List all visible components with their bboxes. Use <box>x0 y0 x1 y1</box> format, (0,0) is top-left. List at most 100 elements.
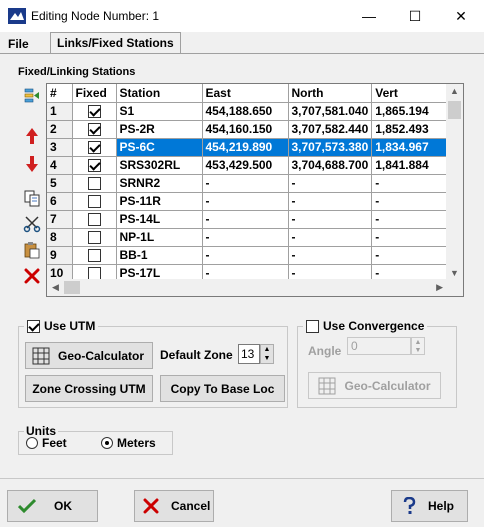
table-row[interactable]: 8 NP-1L - - - <box>47 228 453 247</box>
copy-button[interactable] <box>21 187 43 209</box>
row-number[interactable]: 6 <box>47 192 73 211</box>
north-cell[interactable]: - <box>288 246 373 265</box>
north-cell[interactable]: 3,704,688.700 <box>288 156 373 175</box>
station-cell[interactable]: SRS302RL <box>116 156 203 175</box>
east-cell[interactable]: 454,160.150 <box>202 120 289 139</box>
station-cell[interactable]: PS-2R <box>116 120 203 139</box>
default-zone-spinner[interactable]: ▲ ▼ <box>260 344 274 364</box>
station-cell[interactable]: BB-1 <box>116 246 203 265</box>
angle-spin-up-icon[interactable]: ▲ <box>412 338 424 346</box>
ok-button[interactable]: OK <box>7 490 98 522</box>
fixed-checkbox[interactable] <box>87 105 101 119</box>
table-row[interactable]: 7 PS-14L - - - <box>47 210 453 229</box>
row-number[interactable]: 4 <box>47 156 73 175</box>
help-button[interactable]: Help <box>391 490 468 522</box>
use-utm-check-icon[interactable] <box>27 319 40 333</box>
table-row[interactable]: 2 PS-2R 454,160.150 3,707,582.440 1,852.493 <box>47 120 453 139</box>
row-number[interactable]: 8 <box>47 228 73 247</box>
vert-cell[interactable]: - <box>371 192 453 211</box>
spin-up-icon[interactable]: ▲ <box>261 345 273 354</box>
horizontal-scroll-thumb[interactable] <box>64 281 80 294</box>
column-header-station[interactable]: Station <box>116 84 203 103</box>
move-up-button[interactable] <box>21 125 43 147</box>
fixed-checkbox[interactable] <box>87 141 101 155</box>
fixed-checkbox[interactable] <box>87 231 101 245</box>
station-cell[interactable]: SRNR2 <box>116 174 203 193</box>
fixed-checkbox[interactable] <box>87 123 101 137</box>
east-cell[interactable]: 453,429.500 <box>202 156 289 175</box>
feet-radio-icon[interactable] <box>26 437 38 449</box>
vert-cell[interactable]: 1,834.967 <box>371 138 453 157</box>
north-cell[interactable]: - <box>288 192 373 211</box>
move-down-button[interactable] <box>21 153 43 175</box>
table-row[interactable]: 5 SRNR2- - - <box>47 174 453 193</box>
table-row[interactable]: 3 PS-6C 454,219.890 3,707,573.380 1,834.967 <box>47 138 453 157</box>
east-cell[interactable]: - <box>202 192 289 211</box>
column-header-num[interactable]: # <box>47 84 73 103</box>
use-utm-checkbox[interactable]: Use UTM <box>24 319 99 333</box>
insert-row-button[interactable] <box>21 85 43 107</box>
row-number[interactable]: 5 <box>47 174 73 193</box>
vert-cell[interactable]: 1,841.884 <box>371 156 453 175</box>
meters-radio[interactable]: Meters <box>101 436 156 450</box>
scroll-up-icon[interactable]: ▲ <box>450 86 459 96</box>
feet-radio[interactable]: Feet <box>26 436 67 450</box>
east-cell[interactable]: - <box>202 210 289 229</box>
angle-spin-down-icon[interactable]: ▼ <box>412 346 424 354</box>
paste-button[interactable] <box>21 239 43 261</box>
station-cell[interactable]: PS-14L <box>116 210 203 229</box>
vert-cell[interactable]: - <box>371 246 453 265</box>
vertical-scroll-thumb[interactable] <box>448 101 461 119</box>
use-convergence-check-icon[interactable] <box>306 319 319 333</box>
table-row[interactable]: 4 SRS302RL 453,429.500 3,704,688.700 1,841.8… <box>47 156 453 175</box>
table-row[interactable]: 9 BB-1- - - <box>47 246 453 265</box>
column-header-fixed[interactable]: Fixed <box>72 84 117 103</box>
east-cell[interactable]: 454,219.890 <box>202 138 289 157</box>
delete-button[interactable] <box>21 265 43 287</box>
table-row[interactable]: 6 PS-11R - - - <box>47 192 453 211</box>
angle-spinner[interactable]: ▲ ▼ <box>411 337 425 355</box>
row-number[interactable]: 7 <box>47 210 73 229</box>
use-convergence-checkbox[interactable]: Use Convergence <box>303 319 428 333</box>
vert-cell[interactable]: - <box>371 228 453 247</box>
column-header-east[interactable]: East <box>202 84 289 103</box>
column-header-north[interactable]: North <box>288 84 373 103</box>
east-cell[interactable]: - <box>202 228 289 247</box>
station-cell[interactable]: PS-6C <box>116 138 203 157</box>
utm-geo-calculator-button[interactable]: Geo-Calculator <box>25 342 153 369</box>
tab-links-fixed-stations[interactable]: Links/Fixed Stations <box>50 32 181 54</box>
east-cell[interactable]: 454,188.650 <box>202 102 289 121</box>
station-cell[interactable]: NP-1L <box>116 228 203 247</box>
maximize-button[interactable]: ☐ <box>392 0 438 32</box>
vertical-scrollbar[interactable]: ▲ ▼ <box>446 84 463 280</box>
north-cell[interactable]: 3,707,573.380 <box>288 138 373 157</box>
row-number[interactable]: 9 <box>47 246 73 265</box>
minimize-button[interactable]: — <box>346 0 392 32</box>
cancel-button[interactable]: Cancel <box>134 490 214 522</box>
north-cell[interactable]: - <box>288 174 373 193</box>
vert-cell[interactable]: - <box>371 210 453 229</box>
north-cell[interactable]: - <box>288 228 373 247</box>
default-zone-input[interactable]: 13 <box>238 344 260 364</box>
table-row[interactable]: 1 S1 454,188.650 3,707,581.040 1,865.194 <box>47 102 453 121</box>
vert-cell[interactable]: 1,865.194 <box>371 102 453 121</box>
zone-crossing-utm-button[interactable]: Zone Crossing UTM <box>25 375 153 402</box>
scroll-down-icon[interactable]: ▼ <box>450 268 459 278</box>
vert-cell[interactable]: 1,852.493 <box>371 120 453 139</box>
vert-cell[interactable]: - <box>371 174 453 193</box>
close-button[interactable]: ✕ <box>438 0 484 32</box>
fixed-checkbox[interactable] <box>87 213 101 227</box>
fixed-checkbox[interactable] <box>87 159 101 173</box>
convergence-geo-calculator-button[interactable]: Geo-Calculator <box>308 372 441 399</box>
fixed-checkbox[interactable] <box>87 195 101 209</box>
spin-down-icon[interactable]: ▼ <box>261 354 273 363</box>
north-cell[interactable]: 3,707,581.040 <box>288 102 373 121</box>
east-cell[interactable]: - <box>202 246 289 265</box>
scroll-left-icon[interactable]: ◀ <box>52 282 59 293</box>
row-number[interactable]: 3 <box>47 138 73 157</box>
angle-input[interactable]: 0 <box>347 337 411 355</box>
tab-file[interactable]: File <box>2 34 35 54</box>
stations-grid[interactable]: # Fixed Station East North Vert 1 S1 454,1… <box>46 83 464 297</box>
fixed-checkbox[interactable] <box>87 177 101 191</box>
station-cell[interactable]: S1 <box>116 102 203 121</box>
